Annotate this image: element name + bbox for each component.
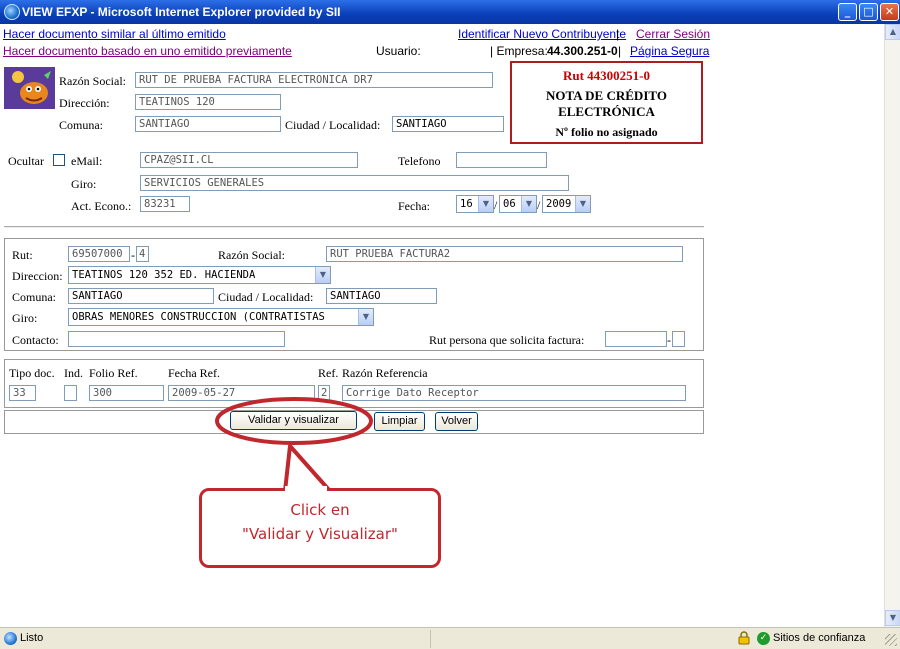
callout-line1: Click en xyxy=(290,501,350,519)
trusted-sites-check-icon: ✓ xyxy=(757,632,770,645)
lock-icon xyxy=(738,631,750,645)
callout-joint xyxy=(285,486,327,494)
page-done-icon xyxy=(4,632,17,645)
resize-grip-icon[interactable] xyxy=(885,634,897,646)
status-bar: Listo ✓ Sitios de confianza xyxy=(0,627,900,649)
scroll-down-icon[interactable]: ▼ xyxy=(885,610,900,626)
vertical-scrollbar[interactable]: ▲ ▼ xyxy=(884,24,900,627)
highlight-ellipse xyxy=(215,397,373,445)
callout-pointer xyxy=(283,444,332,493)
scroll-up-icon[interactable]: ▲ xyxy=(885,24,900,40)
security-zone-text: Sitios de confianza xyxy=(773,632,866,644)
status-text: Listo xyxy=(20,632,44,644)
status-divider xyxy=(430,630,431,648)
callout-annotation xyxy=(215,397,373,493)
callout-text: Click en "Validar y Visualizar" xyxy=(199,500,441,544)
callout-line2: "Validar y Visualizar" xyxy=(242,525,398,543)
